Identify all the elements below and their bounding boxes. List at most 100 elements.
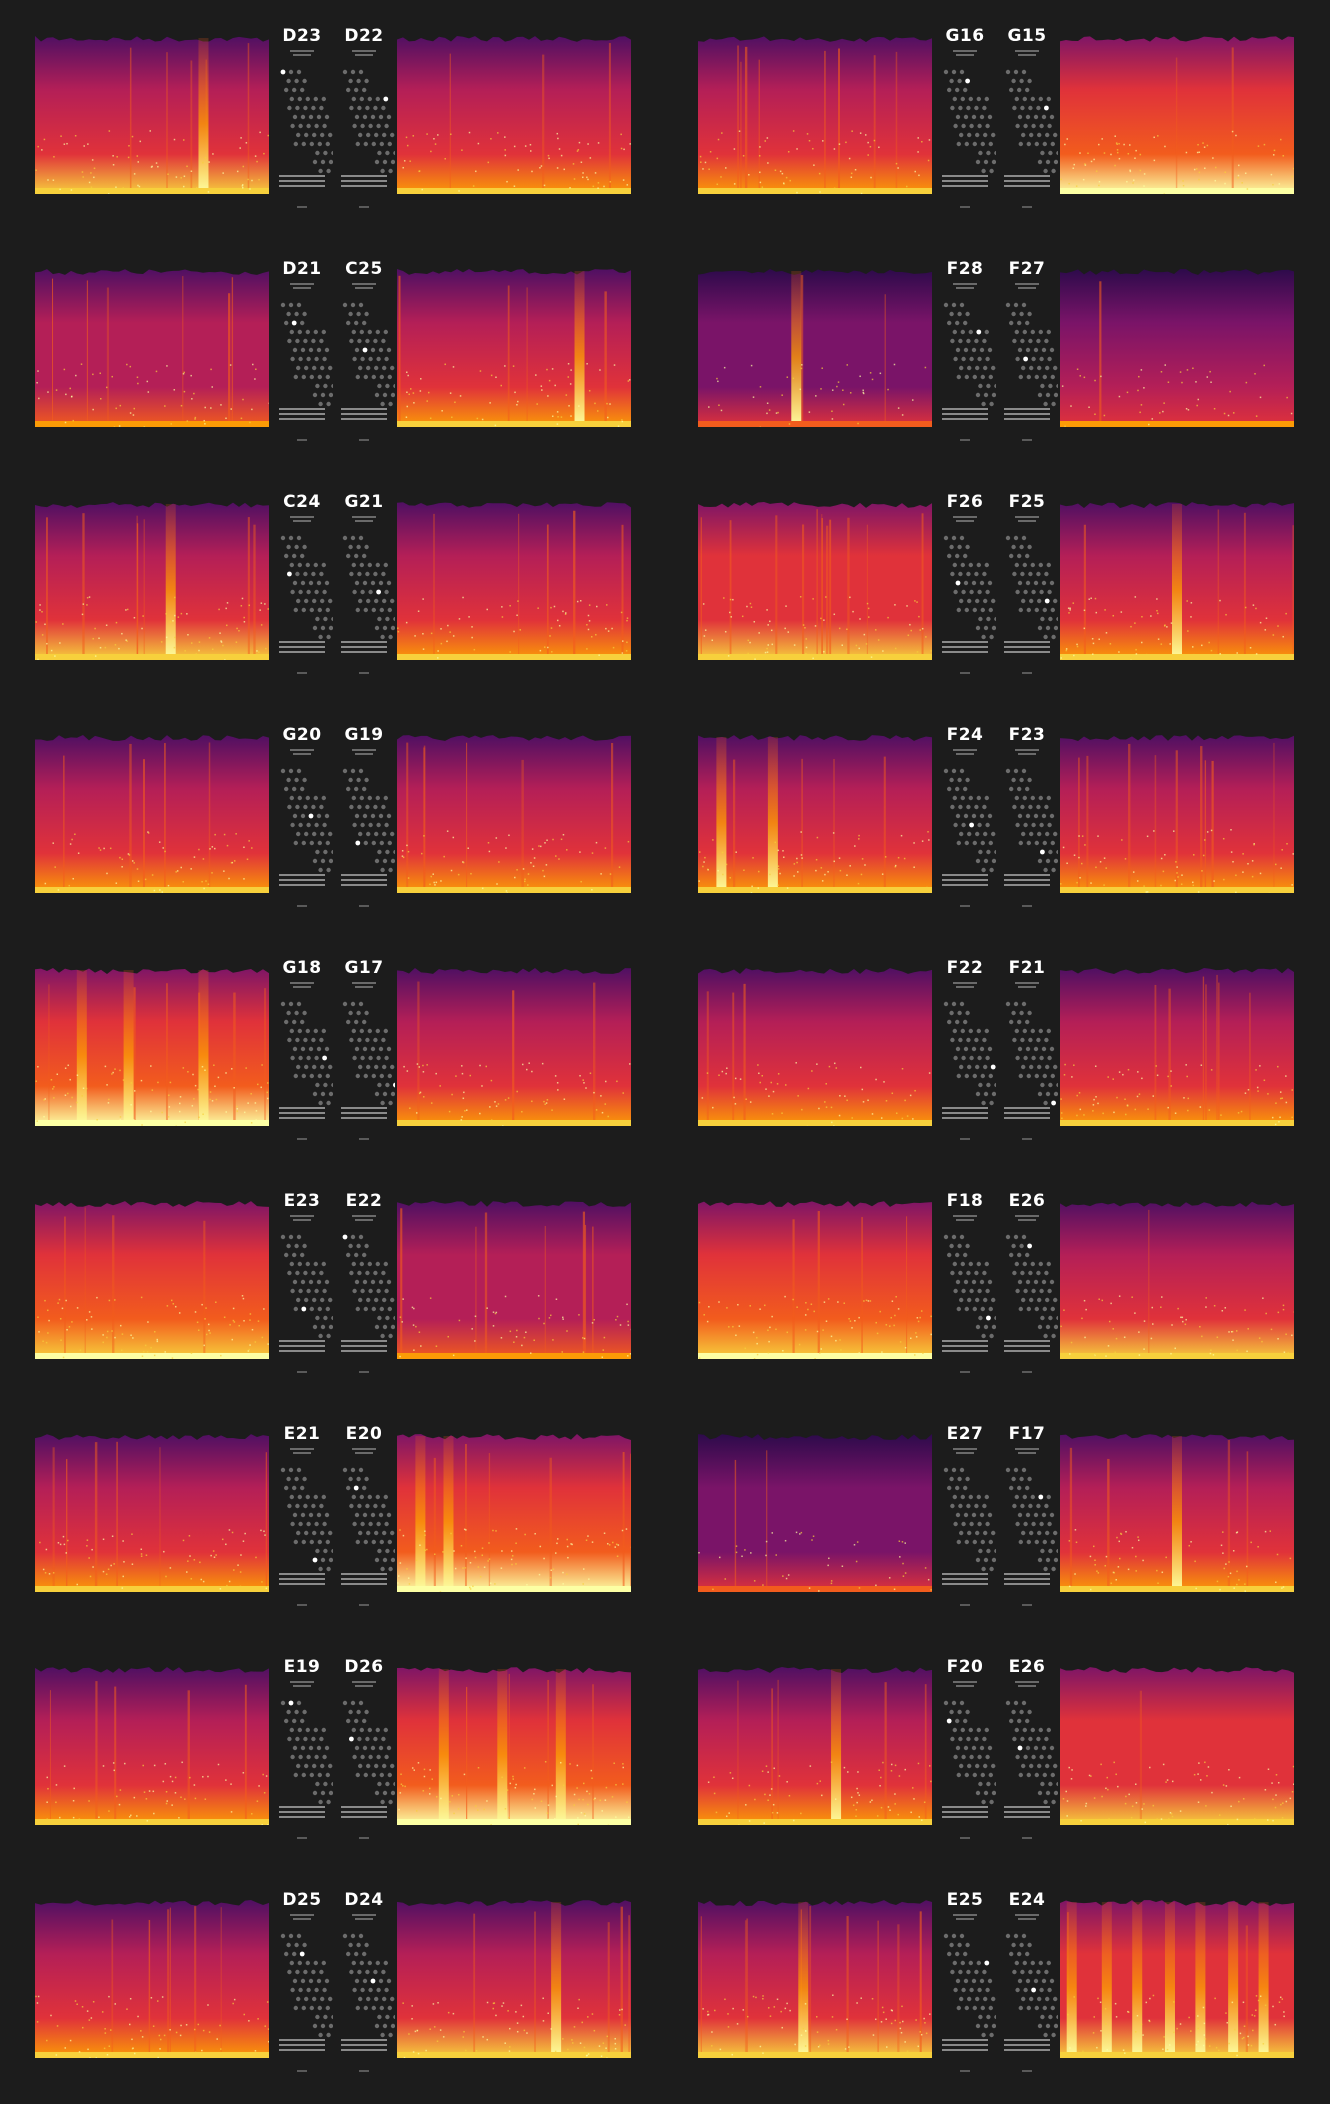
- spectrogram-speckle: [421, 852, 423, 855]
- spectrogram-speckle: [1156, 1818, 1158, 1820]
- spectrogram-speckle: [524, 880, 526, 883]
- spectrogram-speckle: [121, 632, 123, 635]
- spectrogram-speckle: [423, 835, 425, 837]
- spectrogram-speckle: [54, 866, 56, 868]
- map-dot: [359, 1960, 364, 1966]
- map-dot: [972, 1306, 977, 1312]
- map-dot: [292, 1512, 298, 1518]
- spectrogram-speckle: [399, 1529, 401, 1531]
- spectrogram-speckle: [550, 1314, 552, 1317]
- spectrogram-streak: [1204, 760, 1207, 893]
- spectrogram-speckle: [1157, 135, 1159, 137]
- spectrogram-speckle: [1085, 1805, 1087, 1807]
- spectrogram-speckle: [469, 1588, 472, 1590]
- map-dot: [947, 1019, 952, 1025]
- map-dot: [1042, 374, 1047, 380]
- spectrogram-speckle: [504, 149, 506, 151]
- spectrogram-speckle: [849, 596, 851, 599]
- spectrogram-speckle: [143, 1791, 146, 1793]
- spectrogram-speckle: [737, 1303, 739, 1306]
- spectrogram-speckle: [174, 1776, 177, 1779]
- spectrogram-speckle: [759, 146, 761, 148]
- spectrogram-speckle: [239, 1571, 242, 1573]
- spectrogram-speckle: [186, 1587, 188, 1590]
- spectrogram-speckle: [1073, 654, 1075, 657]
- spectrogram-speckle: [556, 619, 559, 622]
- map-dot: [972, 1073, 977, 1079]
- spectrogram-speckle: [607, 630, 610, 632]
- spectrogram-speckle: [830, 1106, 833, 1109]
- spectrogram-speckle: [45, 1341, 48, 1344]
- map-dot: [976, 1727, 981, 1733]
- map-dot: [304, 1996, 309, 2002]
- spectrogram-speckle: [130, 1814, 132, 1817]
- map-dot: [357, 571, 362, 577]
- map-dot: [362, 1485, 367, 1491]
- map-dot: [960, 795, 965, 801]
- map-dot: [956, 1306, 961, 1312]
- map-dot: [988, 141, 993, 147]
- spectrogram-speckle: [904, 1121, 907, 1124]
- spectrogram-speckle: [1209, 370, 1211, 373]
- spectrogram-speckle: [516, 2030, 519, 2033]
- spectrogram-speckle: [764, 140, 767, 142]
- spectrogram-speckle: [52, 842, 54, 844]
- spectrogram-background: [698, 267, 932, 427]
- spectrogram-speckle: [709, 1355, 711, 1358]
- map-dot: [367, 795, 372, 801]
- spectrogram-speckle: [851, 1327, 853, 1329]
- station-code: F22: [946, 958, 984, 978]
- map-dot: [1037, 1790, 1043, 1796]
- spectrogram-speckle: [183, 2054, 186, 2057]
- spectrogram-floor: [1060, 2052, 1294, 2058]
- map-dot: [289, 96, 294, 102]
- spectrogram-pair-row: E25 E24: [698, 1890, 1294, 2090]
- map-dot: [955, 1485, 960, 1491]
- map-dot: [284, 1718, 289, 1724]
- spectrogram-speckle: [141, 1355, 144, 1358]
- map-dot: [301, 1539, 306, 1545]
- spectrogram-speckle: [430, 875, 433, 878]
- map-dot: [374, 1064, 379, 1070]
- spectrogram-speckle: [490, 374, 493, 377]
- spectrogram-speckle: [712, 839, 714, 841]
- spectrogram-speckle: [55, 2054, 58, 2056]
- station-index: [297, 1604, 307, 1608]
- map-dot: [1012, 338, 1017, 344]
- map-dot: [1031, 356, 1036, 362]
- spectrogram-speckle: [698, 1357, 701, 1359]
- spectrogram-speckle: [1063, 1309, 1065, 1311]
- spectrogram-speckle: [150, 1997, 153, 1999]
- spectrogram-speckle: [625, 650, 628, 652]
- map-dot: [1034, 1073, 1039, 1079]
- spectrogram-speckle: [1291, 175, 1293, 178]
- spectrogram-speckle: [793, 863, 796, 865]
- spectrogram-speckle: [419, 1544, 421, 1546]
- map-dot: [384, 1754, 389, 1760]
- map-dot: [309, 141, 314, 147]
- spectrogram-speckle: [897, 167, 899, 169]
- spectrogram-speckle: [1282, 1304, 1285, 1307]
- map-dot: [387, 840, 392, 846]
- spectrogram-speckle: [558, 858, 560, 860]
- map-dot: [1025, 1252, 1030, 1258]
- spectrogram-speckle: [795, 1531, 798, 1534]
- spectrogram-speckle: [1165, 1781, 1167, 1783]
- spectrogram-speckle: [238, 655, 241, 657]
- map-dot: [1013, 768, 1019, 774]
- station-index: [960, 1837, 970, 1841]
- map-dot: [950, 105, 955, 111]
- map-dot: [957, 1010, 962, 1016]
- spectrogram-speckle: [74, 134, 77, 137]
- spectrogram-speckle: [193, 392, 195, 395]
- spectrogram-speckle: [703, 861, 705, 863]
- spectrogram-speckle: [616, 1555, 619, 1558]
- map-dot: [364, 311, 369, 317]
- spectrogram-speckle: [858, 834, 860, 837]
- spectrogram-speckle: [1076, 881, 1078, 884]
- spectrogram-speckle: [76, 1074, 79, 1076]
- spectrogram-speckle: [1281, 1097, 1283, 1099]
- station-info-pair: F22 F21: [934, 958, 1058, 1158]
- spectrogram-speckle: [1186, 369, 1189, 371]
- spectrogram-speckle: [432, 2003, 435, 2005]
